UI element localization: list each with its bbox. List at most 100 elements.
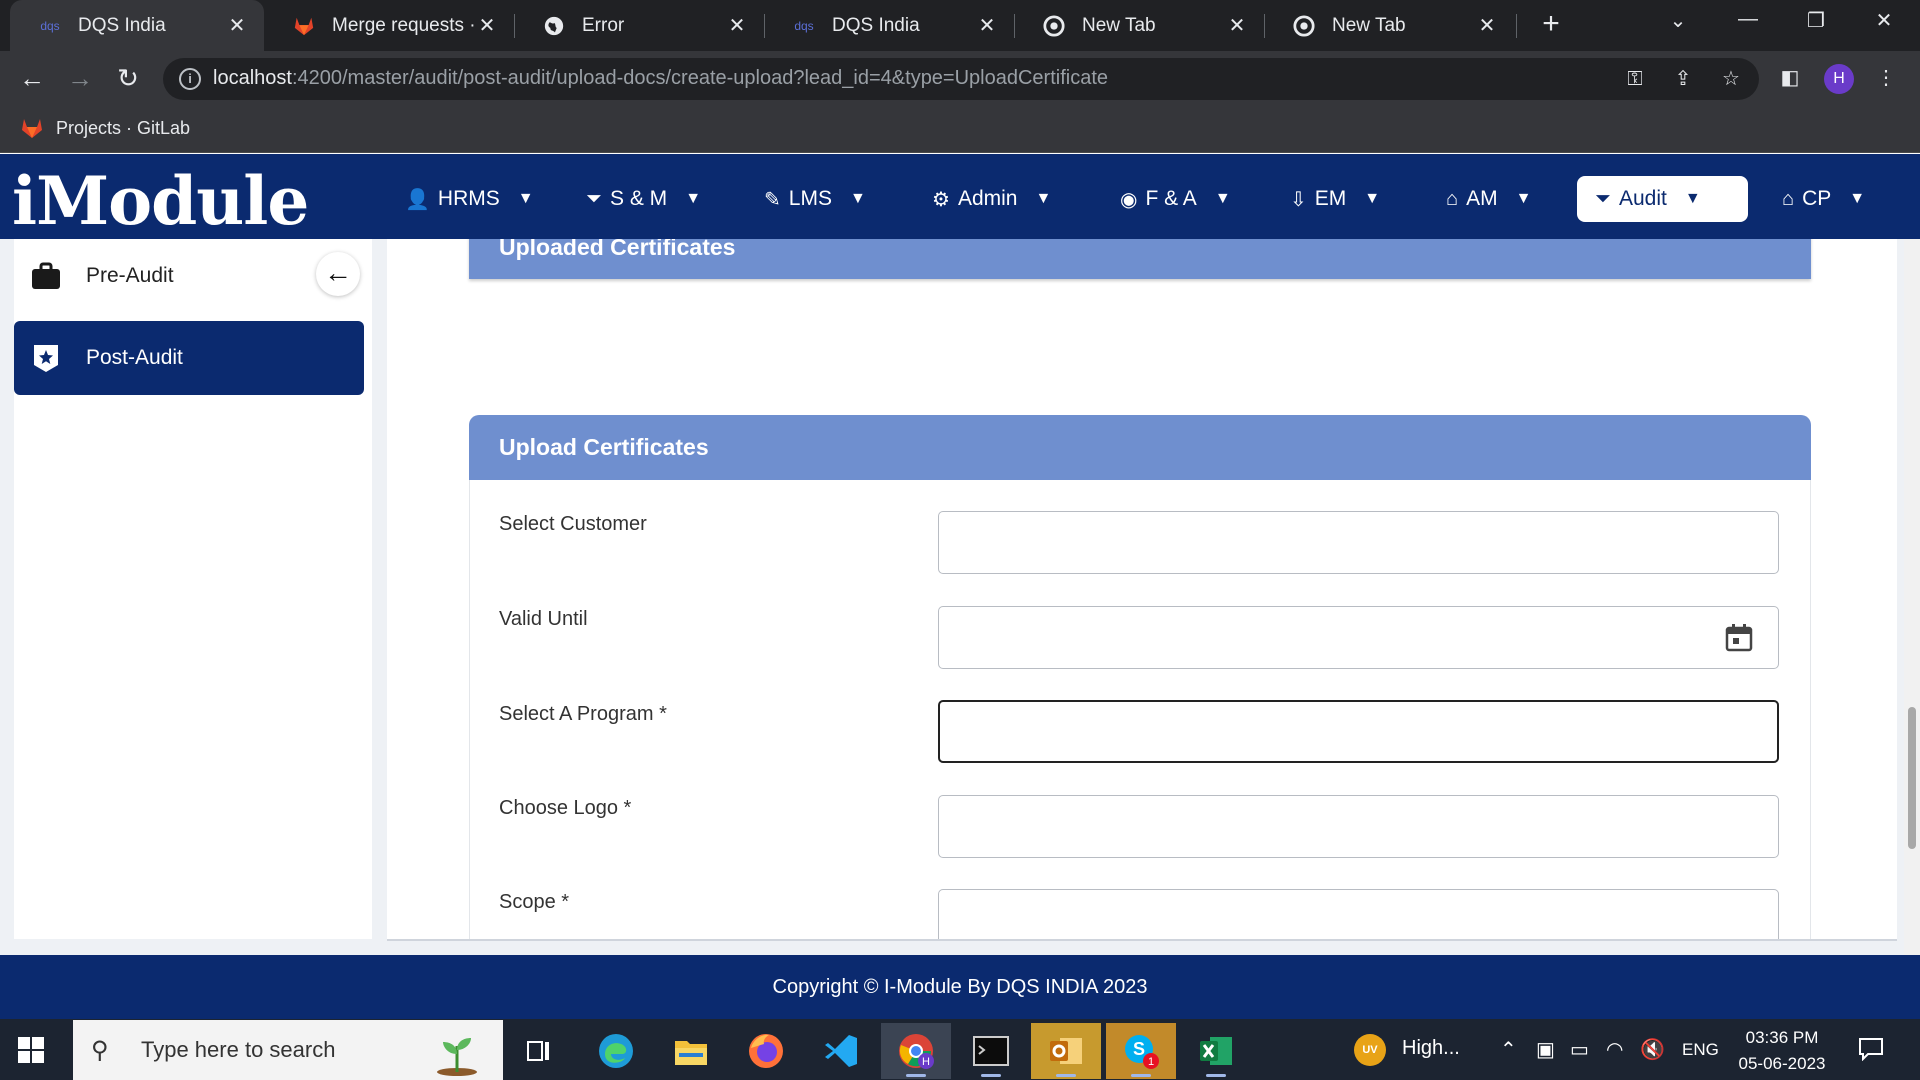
menu-audit[interactable]: ⏷ Audit ▼ — [1577, 176, 1748, 222]
file-explorer-icon[interactable] — [656, 1023, 726, 1079]
app-logo[interactable]: iModule — [12, 162, 309, 240]
sidebar-item-post-audit[interactable]: Post-Audit — [14, 321, 364, 395]
key-icon[interactable]: ⚿ — [1623, 68, 1647, 92]
menu-sm[interactable]: ⏷ S & M ▼ — [576, 176, 711, 222]
scope-field[interactable] — [938, 889, 1779, 939]
browser-tab[interactable]: Error ✕ — [514, 0, 764, 51]
edge-icon[interactable] — [581, 1023, 651, 1079]
browser-tab[interactable]: dqs DQS India ✕ — [764, 0, 1014, 51]
minimize-button[interactable]: — — [1728, 8, 1768, 38]
show-hidden-icons[interactable]: ⌃ — [1500, 1037, 1517, 1062]
valid-until-label: Valid Until — [499, 608, 588, 630]
menu-admin[interactable]: ⚙ Admin ▼ — [922, 176, 1061, 222]
taskbar-search-box[interactable]: ⚲ Type here to search — [73, 1020, 503, 1080]
browser-tab[interactable]: New Tab ✕ — [1264, 0, 1514, 51]
chevron-down-icon: ▼ — [849, 190, 866, 207]
sidebar-item-label: Post-Audit — [86, 346, 183, 369]
tab-search-button[interactable]: ⌄ — [1658, 8, 1698, 38]
close-icon[interactable]: ✕ — [726, 13, 748, 38]
choose-logo-label: Choose Logo * — [499, 797, 632, 819]
chrome-taskbar-icon[interactable]: H — [881, 1023, 951, 1079]
windows-taskbar: ⚲ Type here to search H S1 UV High... ⌃ … — [0, 1019, 1920, 1080]
close-icon[interactable]: ✕ — [476, 13, 498, 38]
close-icon[interactable]: ✕ — [226, 13, 248, 38]
chevron-down-icon: ▼ — [1035, 190, 1052, 207]
menu-cp[interactable]: ⌂ CP ▼ — [1772, 176, 1875, 222]
weather-text[interactable]: High... — [1402, 1037, 1460, 1060]
close-icon[interactable]: ✕ — [976, 13, 998, 38]
firefox-icon[interactable] — [731, 1023, 801, 1079]
restore-button[interactable]: ❐ — [1796, 8, 1836, 38]
close-icon[interactable]: ✕ — [1226, 13, 1248, 38]
clock[interactable]: 03:36 PM 05-06-2023 — [1732, 1025, 1832, 1077]
battery-icon[interactable]: ▭ — [1570, 1037, 1589, 1062]
basket-icon: ⌂ — [1446, 187, 1459, 210]
menu-am[interactable]: ⌂ AM ▼ — [1436, 176, 1541, 222]
language-indicator[interactable]: ENG — [1682, 1040, 1719, 1060]
back-button[interactable]: ← — [14, 61, 50, 97]
main-content: Uploaded Certificates Upload Certificate… — [387, 239, 1897, 941]
volume-muted-icon[interactable]: 🔇 — [1640, 1037, 1665, 1062]
menu-lms[interactable]: ✎ LMS ▼ — [754, 176, 876, 222]
calendar-icon[interactable] — [1724, 623, 1754, 653]
briefcase-icon — [30, 260, 62, 292]
browser-tab[interactable]: Merge requests · ar ✕ — [264, 0, 514, 51]
vscode-icon[interactable] — [806, 1023, 876, 1079]
scrollbar-thumb[interactable] — [1908, 707, 1916, 849]
menu-fa[interactable]: ◉ F & A ▼ — [1110, 176, 1241, 222]
meet-now-icon[interactable]: ▣ — [1536, 1037, 1555, 1062]
browser-tab[interactable]: dqs DQS India ✕ — [10, 0, 264, 51]
tab-title: DQS India — [78, 14, 166, 36]
task-view-icon[interactable] — [504, 1023, 574, 1079]
share-icon[interactable]: ⇪ — [1671, 68, 1695, 92]
skype-icon[interactable]: S1 — [1106, 1023, 1176, 1079]
gitlab-icon — [292, 14, 316, 38]
chevron-down-icon: ▼ — [517, 190, 534, 207]
browser-tab[interactable]: New Tab ✕ — [1014, 0, 1264, 51]
valid-until-field[interactable] — [938, 606, 1779, 669]
profile-avatar[interactable]: H — [1824, 64, 1854, 94]
side-panel-icon[interactable]: ◧ — [1778, 67, 1802, 91]
more-menu-icon[interactable]: ⋮ — [1874, 67, 1898, 91]
app-footer: Copyright © I-Module By DQS INDIA 2023 — [0, 955, 1920, 1019]
new-tab-button[interactable]: + — [1536, 9, 1566, 40]
sidebar-item-pre-audit[interactable]: Pre-Audit — [14, 239, 364, 313]
dqs-icon: dqs — [794, 18, 814, 33]
forward-button[interactable]: → — [62, 61, 98, 97]
reload-button[interactable]: ↻ — [110, 61, 146, 97]
bookmark-bar: Projects · GitLab — [0, 106, 1920, 153]
globe-icon — [542, 14, 566, 38]
skype-badge: 1 — [1148, 1056, 1154, 1068]
menu-em[interactable]: ⇩ EM ▼ — [1280, 176, 1390, 222]
close-icon[interactable]: ✕ — [1476, 13, 1498, 38]
menu-hrms[interactable]: 👤 HRMS ▼ — [395, 176, 544, 222]
wifi-icon[interactable]: ◠ — [1606, 1037, 1623, 1062]
bookmark-gitlab[interactable]: Projects · GitLab — [20, 116, 190, 140]
weather-uv-icon[interactable]: UV — [1354, 1034, 1386, 1066]
windows-start-icon[interactable] — [18, 1037, 44, 1063]
url-field[interactable]: i localhost:4200/master/audit/post-audit… — [163, 58, 1759, 100]
gitlab-icon — [22, 119, 42, 138]
menu-label: S & M — [610, 187, 668, 210]
uploaded-certificates-header: Uploaded Certificates — [469, 239, 1811, 279]
tab-title: Merge requests · ar — [332, 14, 476, 36]
star-icon[interactable]: ☆ — [1719, 68, 1743, 92]
menu-label: F & A — [1145, 187, 1197, 210]
chevron-down-icon: ▼ — [685, 190, 702, 207]
select-program-field[interactable] — [938, 700, 1779, 763]
select-customer-field[interactable] — [938, 511, 1779, 574]
star-badge-icon — [30, 342, 62, 374]
outlook-icon[interactable] — [1031, 1023, 1101, 1079]
finance-icon: ◉ — [1120, 188, 1138, 211]
info-icon[interactable]: i — [179, 68, 201, 90]
notification-icon[interactable] — [1858, 1037, 1884, 1067]
chrome-icon — [1292, 14, 1316, 38]
hand-money-icon: ⇩ — [1290, 188, 1307, 211]
choose-logo-field[interactable] — [938, 795, 1779, 858]
svg-text:S: S — [1133, 1039, 1145, 1059]
close-window-button[interactable]: ✕ — [1864, 8, 1904, 38]
funnel-dollar-icon: ⏷ — [1595, 187, 1611, 210]
collapse-sidebar-button[interactable]: ← — [316, 252, 360, 296]
excel-icon[interactable] — [1181, 1023, 1251, 1079]
terminal-icon[interactable] — [956, 1023, 1026, 1079]
